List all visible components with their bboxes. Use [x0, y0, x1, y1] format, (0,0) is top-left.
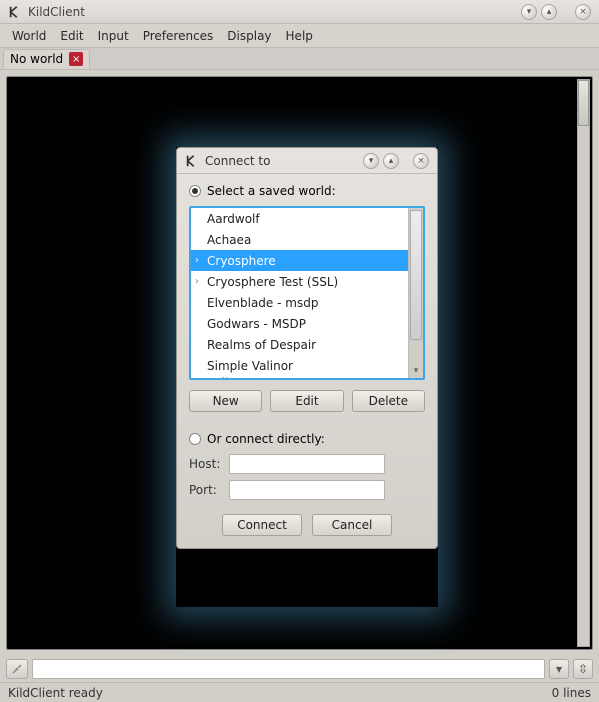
- minimize-button[interactable]: ▾: [521, 4, 537, 20]
- radio-direct-row[interactable]: Or connect directly:: [189, 432, 425, 446]
- list-item[interactable]: ›Cryosphere Test (SSL): [191, 271, 408, 292]
- host-input[interactable]: [229, 454, 385, 474]
- port-input[interactable]: [229, 480, 385, 500]
- dialog-titlebar: Connect to ▾ ▴ ×: [177, 148, 437, 174]
- app-icon: [8, 5, 22, 19]
- list-item[interactable]: › Simple Valinor: [191, 355, 408, 376]
- dialog-title: Connect to: [205, 154, 359, 168]
- maximize-button[interactable]: ▴: [541, 4, 557, 20]
- list-item-label: Cryosphere: [207, 254, 276, 268]
- saved-worlds-listbox: ›Aardwolf›Achaea›Cryosphere›Cryosphere T…: [189, 206, 425, 380]
- edit-button[interactable]: Edit: [270, 390, 343, 412]
- port-label: Port:: [189, 483, 223, 497]
- disconnect-icon-button[interactable]: [6, 659, 28, 679]
- tab-label: No world: [10, 52, 63, 66]
- list-item[interactable]: ›Elvenblade - msdp: [191, 292, 408, 313]
- status-left: KildClient ready: [8, 686, 103, 700]
- list-item[interactable]: ›Valinor: [191, 376, 408, 378]
- list-scrollbar[interactable]: ▾: [408, 208, 423, 378]
- expand-arrow-icon: ›: [195, 255, 205, 266]
- cancel-button[interactable]: Cancel: [312, 514, 392, 536]
- saved-worlds-list[interactable]: ›Aardwolf›Achaea›Cryosphere›Cryosphere T…: [191, 208, 408, 378]
- status-right: 0 lines: [552, 686, 591, 700]
- list-item[interactable]: ›Realms of Despair: [191, 334, 408, 355]
- input-row: ▾ ⇳: [0, 656, 599, 682]
- radio-saved-world-row[interactable]: Select a saved world:: [189, 184, 425, 198]
- expand-arrow-icon: ›: [195, 376, 205, 378]
- history-dropdown-button[interactable]: ▾: [549, 659, 569, 679]
- new-button[interactable]: New: [189, 390, 262, 412]
- list-item[interactable]: ›Godwars - MSDP: [191, 313, 408, 334]
- menu-help[interactable]: Help: [280, 26, 319, 46]
- plug-icon: [11, 663, 23, 675]
- menu-input[interactable]: Input: [92, 26, 135, 46]
- expand-arrow-icon: ›: [195, 276, 205, 287]
- radio-saved-world-label: Select a saved world:: [207, 184, 336, 198]
- dialog-max-button[interactable]: ▴: [383, 153, 399, 169]
- connect-button[interactable]: Connect: [222, 514, 302, 536]
- list-item-label: Realms of Despair: [207, 338, 316, 352]
- radio-direct-label: Or connect directly:: [207, 432, 325, 446]
- menubar: World Edit Input Preferences Display Hel…: [0, 24, 599, 48]
- connect-dialog: Connect to ▾ ▴ × Select a saved world: ›…: [176, 147, 438, 549]
- close-window-button[interactable]: ×: [575, 4, 591, 20]
- list-item-label: Achaea: [207, 233, 251, 247]
- radio-saved-world[interactable]: [189, 185, 201, 197]
- client-area: Connect to ▾ ▴ × Select a saved world: ›…: [0, 70, 599, 656]
- list-item[interactable]: ›Aardwolf: [191, 208, 408, 229]
- list-item-label: Cryosphere Test (SSL): [207, 275, 338, 289]
- statusbar: KildClient ready 0 lines: [0, 682, 599, 702]
- output-pane: Connect to ▾ ▴ × Select a saved world: ›…: [6, 76, 593, 650]
- dialog-min-button[interactable]: ▾: [363, 153, 379, 169]
- list-item-label: Simple Valinor: [207, 359, 293, 373]
- delete-button[interactable]: Delete: [352, 390, 425, 412]
- list-item-label: Valinor: [207, 376, 248, 378]
- command-input[interactable]: [32, 659, 545, 679]
- list-item[interactable]: ›Achaea: [191, 229, 408, 250]
- list-item[interactable]: ›Cryosphere: [191, 250, 408, 271]
- menu-edit[interactable]: Edit: [54, 26, 89, 46]
- dialog-close-button[interactable]: ×: [413, 153, 429, 169]
- list-item-label: Aardwolf: [207, 212, 260, 226]
- menu-preferences[interactable]: Preferences: [137, 26, 220, 46]
- radio-direct[interactable]: [189, 433, 201, 445]
- menu-display[interactable]: Display: [221, 26, 277, 46]
- list-item-label: Elvenblade - msdp: [207, 296, 318, 310]
- tab-close-icon[interactable]: ×: [69, 52, 83, 66]
- dialog-app-icon: [185, 154, 199, 168]
- tabbar: No world ×: [0, 48, 599, 70]
- window-title: KildClient: [28, 5, 517, 19]
- input-expand-button[interactable]: ⇳: [573, 659, 593, 679]
- menu-world[interactable]: World: [6, 26, 52, 46]
- output-scrollbar[interactable]: [577, 79, 590, 647]
- list-item-label: Godwars - MSDP: [207, 317, 306, 331]
- host-label: Host:: [189, 457, 223, 471]
- window-titlebar: KildClient ▾ ▴ ×: [0, 0, 599, 24]
- world-tab[interactable]: No world ×: [3, 49, 90, 69]
